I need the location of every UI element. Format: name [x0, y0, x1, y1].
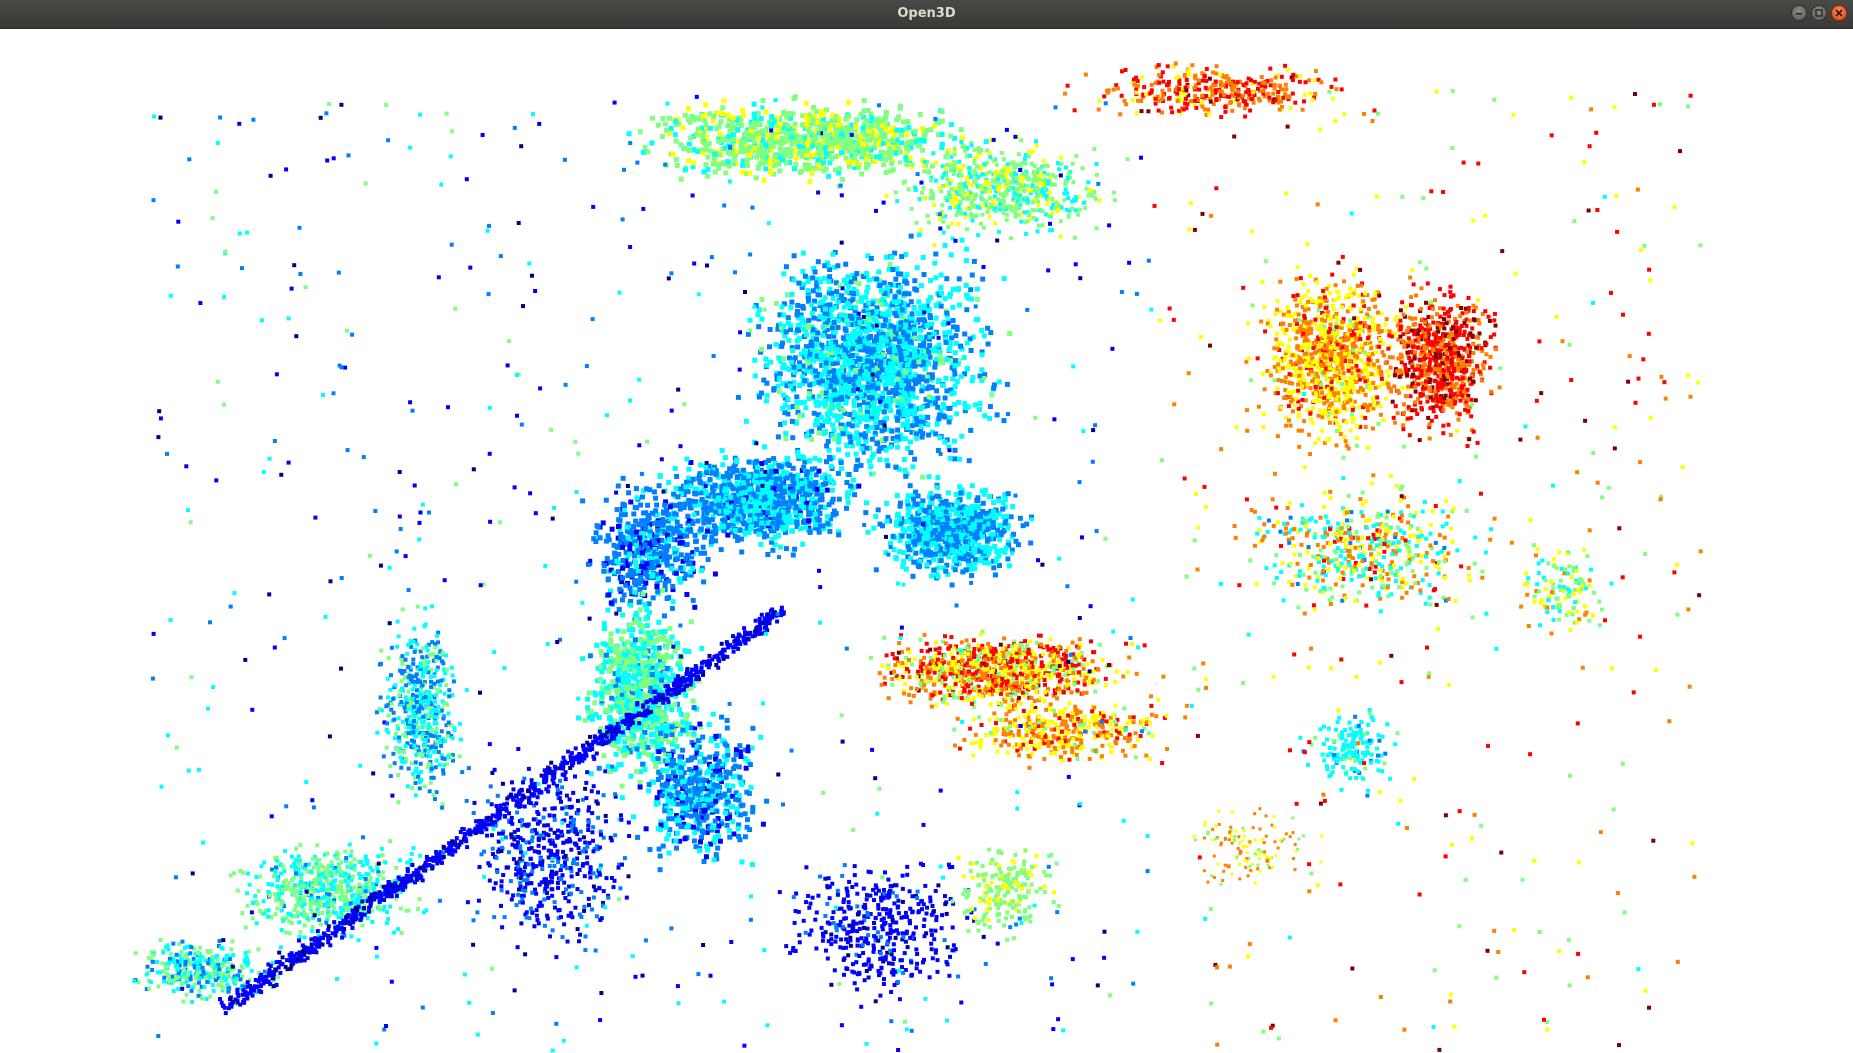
- window-title: Open3D: [897, 6, 956, 21]
- minimize-button[interactable]: [1791, 5, 1807, 21]
- window-controls: [1791, 5, 1847, 23]
- maximize-icon: [1815, 9, 1823, 17]
- title-bar[interactable]: Open3D: [0, 0, 1853, 29]
- point-cloud-canvas[interactable]: [0, 29, 1853, 1053]
- minimize-icon: [1796, 13, 1802, 15]
- open3d-window: Open3D: [0, 0, 1853, 1053]
- maximize-button[interactable]: [1811, 5, 1827, 21]
- close-button[interactable]: [1831, 5, 1847, 21]
- close-icon: [1835, 9, 1843, 17]
- point-cloud-viewport[interactable]: [0, 29, 1853, 1053]
